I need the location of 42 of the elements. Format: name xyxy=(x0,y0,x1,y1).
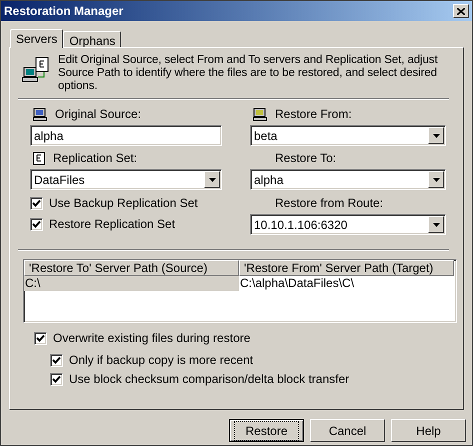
close-button[interactable] xyxy=(453,4,469,18)
column-header[interactable]: 'Restore To' Server Path (Source) xyxy=(24,260,239,276)
tab[interactable]: Orphans xyxy=(63,31,122,47)
check-icon xyxy=(32,198,41,208)
original-source-label: Original Source: xyxy=(55,106,142,123)
table-cell[interactable]: C:\ xyxy=(24,276,239,291)
check-icon xyxy=(36,334,45,342)
dialog-button[interactable]: Help xyxy=(391,419,466,442)
original-source-field[interactable]: alpha xyxy=(30,125,222,146)
restore-route-dropdown[interactable]: 10.10.1.106:6320 xyxy=(250,214,446,235)
check-icon xyxy=(32,220,41,228)
option-label: Use block checksum comparison/delta block transfer xyxy=(69,371,350,388)
restore-from-label: Restore From: xyxy=(275,106,352,123)
table-cell[interactable]: C:\alpha\DataFiles\C\ xyxy=(239,276,454,291)
window-title: Restoration Manager xyxy=(4,3,124,20)
restore-route-label: Restore from Route: xyxy=(275,195,384,212)
option-label: Overwrite existing files during restore xyxy=(53,330,250,347)
computer-icon xyxy=(253,108,267,120)
check-icon xyxy=(52,374,61,384)
checkbox-label: Use Backup Replication Set xyxy=(49,195,198,212)
description-text: Edit Original Source, select From and To servers and Replication Set, adjust Source Path to identify where the files are to be restored, and select desired options. xyxy=(58,54,439,93)
checkbox[interactable] xyxy=(34,332,47,344)
close-icon xyxy=(457,8,465,14)
checkbox[interactable] xyxy=(50,354,63,366)
checkbox-label: Restore Replication Set xyxy=(49,216,176,233)
restore-from-dropdown[interactable]: beta xyxy=(250,125,446,146)
column-header[interactable]: 'Restore From' Server Path (Target) xyxy=(239,260,454,276)
tab[interactable]: Servers xyxy=(10,29,64,48)
checkbox[interactable] xyxy=(30,196,43,210)
replication-set-dropdown[interactable]: DataFiles xyxy=(30,169,222,190)
option-label: Only if backup copy is more recent xyxy=(69,352,254,369)
restore-to-dropdown[interactable]: alpha xyxy=(250,169,446,190)
checkbox[interactable] xyxy=(30,218,43,230)
computer-document-icon xyxy=(22,57,50,83)
dialog-button[interactable]: Cancel xyxy=(310,419,385,442)
dialog-button[interactable]: Restore xyxy=(229,419,304,442)
replication-set-label: Replication Set: xyxy=(53,150,138,167)
restore-to-label: Restore To: xyxy=(275,150,336,167)
check-icon xyxy=(52,356,61,364)
document-icon xyxy=(33,152,45,164)
computer-icon xyxy=(33,108,47,120)
checkbox[interactable] xyxy=(50,372,63,386)
